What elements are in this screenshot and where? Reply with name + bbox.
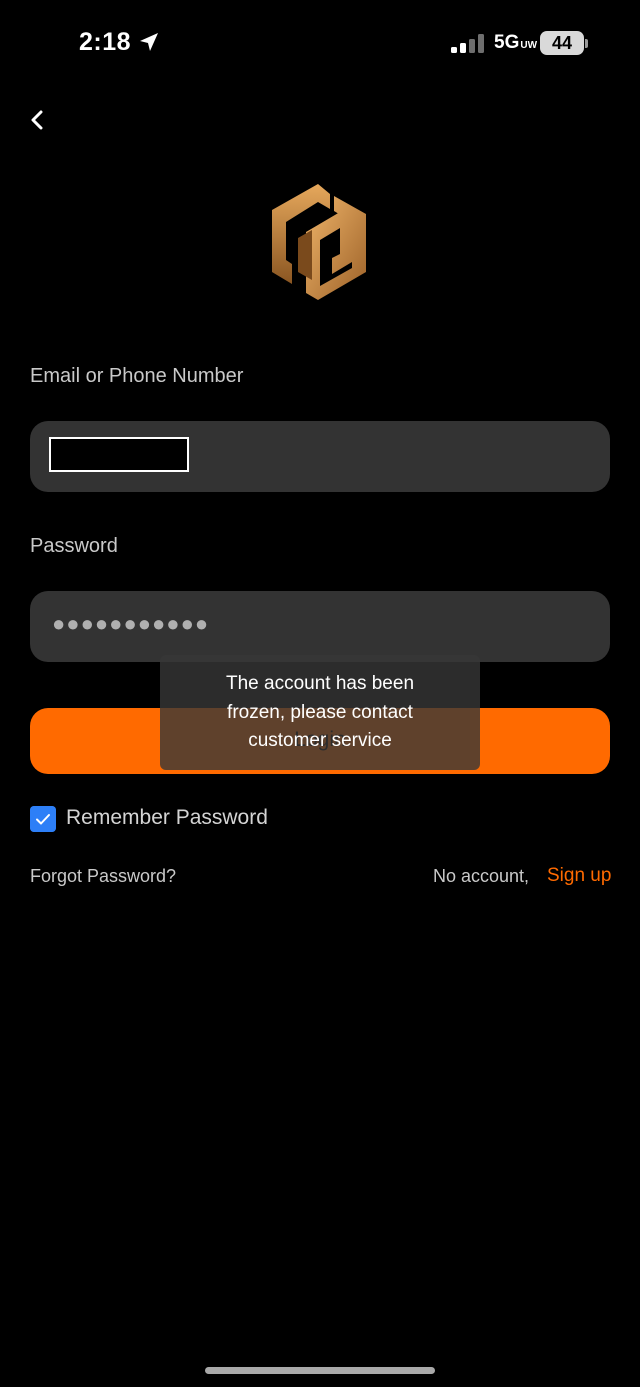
remember-password-label[interactable]: Remember Password [66, 806, 268, 830]
email-value-redacted[interactable] [49, 437, 189, 472]
brand-logo [272, 184, 366, 300]
password-label: Password [30, 535, 118, 557]
location-arrow-icon [140, 33, 158, 51]
chevron-left-icon[interactable] [24, 106, 52, 134]
signal-bars-icon [451, 34, 485, 53]
forgot-password-link[interactable]: Forgot Password? [30, 866, 176, 887]
no-account-text: No account, [433, 866, 530, 886]
home-indicator[interactable] [205, 1367, 435, 1374]
error-toast: The account has been frozen, please cont… [160, 655, 480, 770]
email-label: Email or Phone Number [30, 365, 244, 387]
status-time: 2:18 [79, 28, 132, 56]
remember-checkbox[interactable] [30, 806, 56, 832]
password-value[interactable]: ●●●●●●●●●●● [52, 611, 209, 637]
network-indicator: 5GUW [494, 32, 538, 53]
battery-nub [585, 39, 588, 48]
sign-up-link[interactable]: Sign up [547, 865, 611, 887]
battery-indicator: 44 [540, 31, 584, 55]
